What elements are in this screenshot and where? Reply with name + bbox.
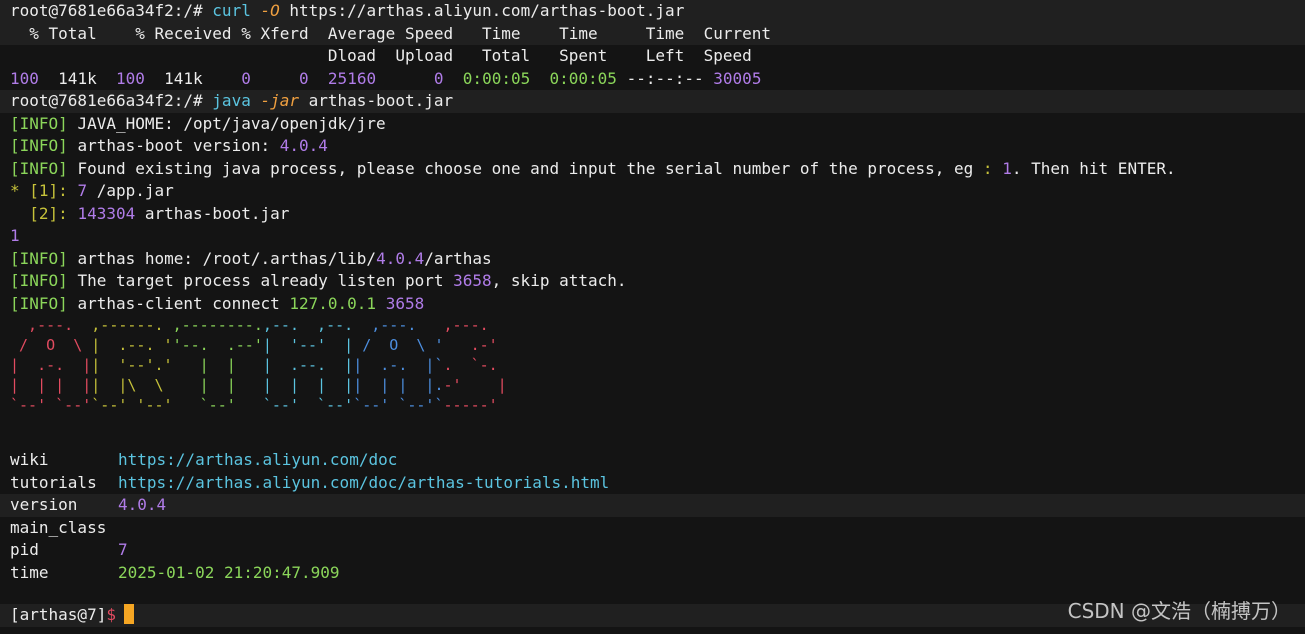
target-port: 3658 [453,271,492,290]
info-row-main-class: main_class [10,517,1305,540]
info-value[interactable]: https://arthas.aliyun.com/doc [118,450,397,469]
curl-percent: 100 [10,68,39,88]
info-tag: [INFO] [10,248,68,268]
info-tag: [INFO] [10,158,68,178]
info-value: 4.0.4 [118,495,167,514]
info-text-tail: . Then hit ENTER. [1011,158,1176,178]
command-arg: https://arthas.aliyun.com/arthas-boot.ja… [289,1,685,20]
info-row-version: version 4.0.4 [0,494,1305,517]
curl-progress-row: 100 141k 100 141k 0 0 25160 0 0:00:05 0:… [10,68,1305,91]
curl-time-left: --:--:-- [626,68,704,88]
curl-total: 141k [58,68,97,88]
info-tag: [INFO] [10,293,68,313]
info-key: time [10,562,49,582]
info-colon: : [982,158,993,178]
curl-received-percent: 100 [115,68,145,88]
process-name: /app.jar [96,181,174,200]
version-value: 4.0.4 [279,136,328,155]
client-port: 3658 [385,293,425,313]
info-tag: [INFO] [10,271,68,290]
process-option-1[interactable]: * [1]: 7 /app.jar [10,180,1305,203]
banner-line: | .-. || '--'.' | | | .--. || .-. |`. `-… [10,356,507,374]
info-value: 2025-01-02 21:20:47.909 [118,562,340,582]
banner-line: `--' `--'`--' '--' `--' `--' `--'`--' `-… [10,396,507,414]
shell-prompt: root@7681e66a34f2:/# [10,91,203,110]
info-text-tail: , skip attach. [491,271,627,290]
shell-prompt: root@7681e66a34f2:/# [10,1,203,20]
home-version: 4.0.4 [376,248,425,268]
command-flag: -O [260,1,280,20]
client-ip: 127.0.0.1 [289,293,377,313]
curl-xferd: 0 [299,68,309,88]
csdn-watermark: CSDN @文浩（楠搏万） [1067,599,1291,623]
banner-line: | | | || |\ \ | | | | | || | | |.-' | [10,376,507,394]
arthas-prompt-symbol: $ [106,605,116,624]
command-flag: -jar [260,91,299,110]
info-tag: [INFO] [10,136,68,155]
process-option-2[interactable]: [2]: 143304 arthas-boot.jar [10,203,1305,226]
info-text-tail: /arthas [424,248,492,268]
process-name: arthas-boot.jar [144,203,290,223]
arthas-ascii-banner: ,---. ,------. ,--------.,--. ,--. ,---.… [10,315,1305,415]
arthas-info-table: wiki https://arthas.aliyun.com/doc tutoria… [0,449,1305,585]
info-row-pid: pid 7 [10,539,1305,562]
curl-header-1: % Total % Received % Xferd Average Speed… [0,22,1305,45]
info-row-tutorials: tutorials https://arthas.aliyun.com/doc/a… [10,472,1305,495]
info-text: arthas-boot version: [77,136,280,155]
curl-command-line: root@7681e66a34f2:/# curl -O https://art… [0,0,1305,23]
info-key: pid [10,540,39,559]
curl-current-speed: 30005 [713,68,762,88]
selected-marker [10,204,20,223]
info-tag: [INFO] [10,113,68,133]
info-text: JAVA_HOME: /opt/java/openjdk/jre [77,113,386,133]
banner-line: / O \ | .--. ''--. .--'| '--' | / O \ ' … [10,336,507,354]
curl-time-total: 0:00:05 [462,68,531,88]
terminal[interactable]: root@7681e66a34f2:/# curl -O https://art… [0,0,1305,627]
curl-xferd-percent: 0 [241,68,251,88]
banner-line: ,---. ,------. ,--------.,--. ,--. ,---.… [10,316,507,334]
info-row-wiki: wiki https://arthas.aliyun.com/doc [10,449,1305,472]
curl-dload: 25160 [327,68,377,88]
selected-marker: * [10,181,20,200]
info-text: arthas-client connect [77,293,290,313]
info-value: 7 [118,540,128,559]
command-name: curl [212,1,251,20]
info-version: [INFO] arthas-boot version: 4.0.4 [10,135,1305,158]
curl-time-spent: 0:00:05 [549,68,617,88]
process-index: [2]: [29,203,68,223]
command-arg: arthas-boot.jar [308,91,454,110]
info-arthas-home: [INFO] arthas home: /root/.arthas/lib/4.… [10,248,1305,271]
info-value[interactable]: https://arthas.aliyun.com/doc/arthas-tut… [118,473,609,492]
info-text: arthas home: /root/.arthas/lib/ [77,248,377,268]
info-key: tutorials [10,472,97,492]
command-name: java [212,91,251,110]
info-key: version [10,495,78,514]
process-pid: 143304 [77,203,136,223]
user-selection: 1 [10,226,20,245]
info-found-process: [INFO] Found existing java process, plea… [10,158,1305,181]
info-target-process: [INFO] The target process already listen… [10,270,1305,293]
info-client-connect: [INFO] arthas-client connect 127.0.0.1 3… [10,293,1305,316]
process-index: [1]: [29,181,68,200]
curl-upload: 0 [433,68,444,88]
text-cursor [123,604,134,624]
info-key: wiki [10,450,49,469]
info-text: Found existing java process, please choo… [77,158,983,178]
info-example-num: 1 [1002,158,1012,178]
info-key: main_class [10,517,107,537]
info-text: The target process already listen port [77,271,454,290]
java-command-line: root@7681e66a34f2:/# java -jar arthas-bo… [0,90,1305,113]
info-row-time: time 2025-01-02 21:20:47.909 [10,562,1305,585]
curl-received: 141k [164,68,203,88]
curl-header-2: Dload Upload Total Spent Left Speed [10,46,752,65]
process-pid: 7 [77,181,88,200]
info-java-home: [INFO] JAVA_HOME: /opt/java/openjdk/jre [10,113,1305,136]
arthas-prompt-label: [arthas@7] [10,605,107,624]
